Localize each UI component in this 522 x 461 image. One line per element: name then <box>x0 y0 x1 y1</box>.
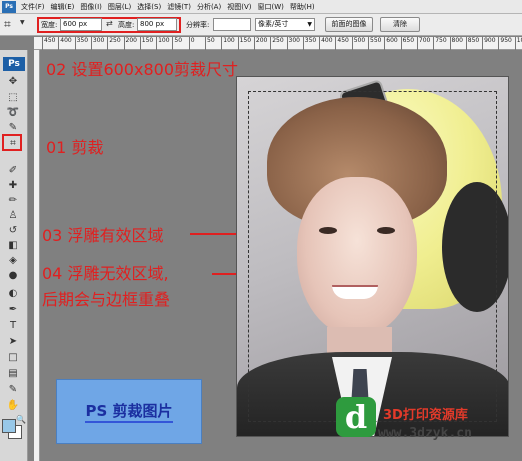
path-select-icon[interactable]: ➤ <box>4 334 22 349</box>
ruler-tick: 400 <box>319 37 333 50</box>
gradient-icon[interactable]: ◈ <box>4 253 22 268</box>
ruler-tick: 400 <box>58 37 72 50</box>
ruler-vertical <box>34 50 40 461</box>
unit-select[interactable]: 像素/英寸 ▼ <box>255 18 315 31</box>
type-icon[interactable]: T <box>4 318 22 333</box>
ruler-tick: 800 <box>449 37 463 50</box>
clear-button[interactable]: 清除 <box>380 17 420 32</box>
menu-layer[interactable]: 图层(L) <box>105 2 134 12</box>
ruler-tick: 100 <box>221 37 235 50</box>
healing-icon[interactable]: ✚ <box>4 178 22 193</box>
height-label: 高度: <box>118 21 135 29</box>
menu-file[interactable]: 文件(F) <box>18 2 48 12</box>
ruler-tick: 100 <box>156 37 170 50</box>
chevron-down-icon[interactable]: ▼ <box>20 19 25 26</box>
annotation-step2: 02 设置600x800剪裁尺寸 <box>46 60 238 79</box>
eyedropper-icon[interactable]: ✐ <box>4 163 22 178</box>
swap-icon[interactable]: ⇄ <box>106 19 113 28</box>
annotation-step4-line1: 04 浮雕无效区域, <box>42 264 169 283</box>
ruler-tick: 250 <box>107 37 121 50</box>
menu-window[interactable]: 窗口(W) <box>254 2 286 12</box>
ruler-tick: 350 <box>302 37 316 50</box>
ruler-tick: 550 <box>368 37 381 50</box>
menu-edit[interactable]: 编辑(E) <box>48 2 78 12</box>
menu-filter[interactable]: 滤镜(T) <box>164 2 194 12</box>
ruler-tick: 50 <box>172 37 182 50</box>
ruler-tick: 100 <box>514 37 522 50</box>
stamp-icon[interactable]: ♙ <box>4 208 22 223</box>
watermark-url: www.3dzyk.cn <box>378 426 472 441</box>
ps-crop-label-text: PS 剪裁图片 <box>85 400 173 423</box>
ruler-tick: 150 <box>237 37 251 50</box>
ruler-tick: 950 <box>498 37 512 50</box>
menu-view[interactable]: 视图(V) <box>224 2 254 12</box>
watermark-logo: d <box>336 397 376 437</box>
width-label: 宽度: <box>41 21 58 29</box>
height-field[interactable]: 800 px <box>137 18 177 31</box>
resolution-label: 分辨率: <box>186 21 210 29</box>
ruler-tick: 150 <box>139 37 153 50</box>
ruler-tick: 600 <box>384 37 398 50</box>
ruler-tick: 650 <box>400 37 414 50</box>
eyedropper2-icon[interactable]: ✎ <box>4 382 22 397</box>
ruler-tick: 200 <box>253 37 267 50</box>
ps-logo: Ps <box>3 57 25 71</box>
blur-icon[interactable]: ● <box>4 268 22 283</box>
ruler-tick: 450 <box>42 37 55 50</box>
pen-icon[interactable]: ✒ <box>4 302 22 317</box>
ruler-tick: 300 <box>90 37 104 50</box>
history-brush-icon[interactable]: ↺ <box>4 223 22 238</box>
tools-panel: Ps ✥ ⬚ ➰ ✎ ⌗ ✐ ✚ ✏ ♙ ↺ ◧ ◈ ● ◐ ✒ T ➤ □ ▤… <box>0 50 28 461</box>
ruler-horizontal: 450 400 350 300 250 200 150 100 50 0 50 100 150 200 25… <box>34 37 522 50</box>
options-bar: ⌗ ▼ 宽度: 600 px ⇄ 高度: 800 px 分辨率: 像素/英寸 ▼… <box>0 14 522 36</box>
brush-icon[interactable]: ✏ <box>4 193 22 208</box>
ruler-tick: 700 <box>416 37 430 50</box>
ruler-tick: 750 <box>433 37 447 50</box>
ps-crop-label: PS 剪裁图片 <box>56 379 202 444</box>
hand-icon[interactable]: ✋ <box>4 398 22 413</box>
ruler-tick: 900 <box>482 37 496 50</box>
annotation-step3: 03 浮雕有效区域 <box>42 226 164 245</box>
ruler-tick: 850 <box>465 37 479 50</box>
app-icon: Ps <box>2 0 16 13</box>
menu-image[interactable]: 图像(I) <box>77 2 105 12</box>
marquee-icon[interactable]: ⬚ <box>4 90 22 105</box>
notes-icon[interactable]: ▤ <box>4 366 22 381</box>
menu-analysis[interactable]: 分析(A) <box>194 2 224 12</box>
resolution-field[interactable] <box>213 18 251 31</box>
unit-value: 像素/英寸 <box>258 20 289 28</box>
ruler-tick: 450 <box>335 37 349 50</box>
foreground-color-swatch[interactable] <box>2 419 16 433</box>
chevron-down-icon: ▼ <box>307 21 312 28</box>
dodge-icon[interactable]: ◐ <box>4 286 22 301</box>
annotation-step1: 01 剪裁 <box>46 138 104 157</box>
ruler-tick: 350 <box>74 37 88 50</box>
ruler-tick: 0 <box>188 37 195 50</box>
magic-wand-icon[interactable]: ✎ <box>4 120 22 135</box>
ruler-tick: 500 <box>351 37 365 50</box>
front-image-button[interactable]: 前面的图像 <box>325 17 373 32</box>
ruler-tick: 250 <box>270 37 284 50</box>
ruler-tick: 300 <box>286 37 300 50</box>
move-icon[interactable]: ✥ <box>4 74 22 89</box>
crop-bounding-box[interactable] <box>248 91 497 422</box>
menu-bar: Ps 文件(F) 编辑(E) 图像(I) 图层(L) 选择(S) 滤镜(T) 分… <box>0 0 522 14</box>
crop-icon[interactable]: ⌗ <box>4 136 22 151</box>
crop-icon[interactable]: ⌗ <box>4 17 18 31</box>
ruler-tick: 200 <box>123 37 137 50</box>
shape-icon[interactable]: □ <box>4 350 22 365</box>
menu-select[interactable]: 选择(S) <box>134 2 164 12</box>
annotation-step4-line2: 后期会与边框重叠 <box>42 290 171 309</box>
width-field[interactable]: 600 px <box>60 18 102 31</box>
watermark-title: 3D打印资源库 <box>383 408 468 423</box>
lasso-icon[interactable]: ➰ <box>4 105 22 120</box>
ruler-tick: 50 <box>205 37 215 50</box>
menu-help[interactable]: 帮助(H) <box>287 2 318 12</box>
eraser-icon[interactable]: ◧ <box>4 238 22 253</box>
